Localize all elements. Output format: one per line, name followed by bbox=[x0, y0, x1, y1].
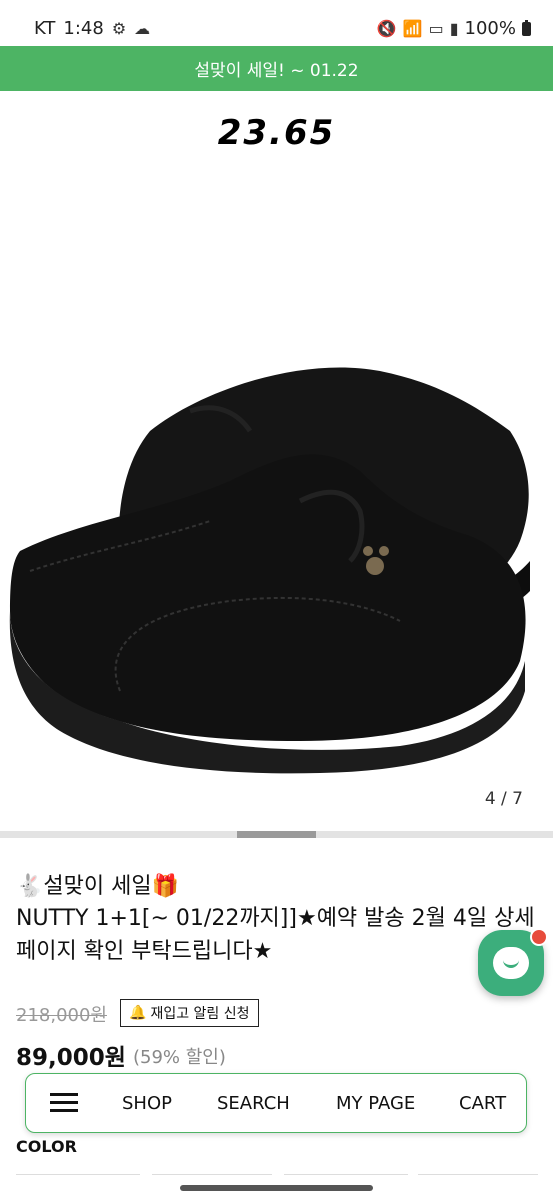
home-indicator[interactable] bbox=[180, 1185, 373, 1191]
nav-shop[interactable]: SHOP bbox=[122, 1093, 172, 1114]
sale-banner-text: 설맞이 세일! ~ 01.22 bbox=[194, 61, 359, 81]
chat-notification-dot bbox=[530, 928, 548, 946]
slide-counter: 4 / 7 bbox=[484, 789, 523, 809]
original-price: 218,000원 bbox=[16, 1005, 107, 1026]
product-image-carousel[interactable]: 23.65 4 / 7 bbox=[0, 91, 553, 831]
color-option-label: COLOR bbox=[16, 1137, 77, 1156]
color-option[interactable] bbox=[16, 1174, 140, 1185]
signal-icon: ▮ bbox=[449, 19, 459, 38]
hd-icon: ▭ bbox=[428, 19, 444, 38]
product-title: NUTTY 1+1[~ 01/22까지]]★예약 발송 2월 4일 상세페이지 … bbox=[16, 906, 535, 964]
settings-notification-icon: ⚙ bbox=[111, 19, 127, 38]
mute-icon: 🔇 bbox=[376, 19, 397, 38]
battery-icon bbox=[522, 19, 531, 36]
status-bar: KT 1:48 ⚙ ☁ 🔇 📶 ▭ ▮ 100% bbox=[0, 0, 553, 46]
status-left: KT 1:48 ⚙ ☁ bbox=[34, 18, 150, 39]
color-option[interactable] bbox=[284, 1174, 408, 1185]
bell-icon: 🔔 bbox=[129, 1005, 147, 1021]
battery-percent: 100% bbox=[464, 18, 516, 39]
product-promo-title: 🐇설맞이 세일🎁 bbox=[16, 874, 179, 899]
sale-price: 89,000원 bbox=[16, 1045, 126, 1071]
wifi-icon: 📶 bbox=[402, 19, 423, 38]
discount-rate: (59% 할인) bbox=[133, 1047, 226, 1068]
carousel-progress-track bbox=[0, 831, 553, 838]
carousel-progress-thumb bbox=[237, 831, 316, 838]
status-right: 🔇 📶 ▭ ▮ 100% bbox=[377, 18, 531, 39]
smile-icon bbox=[503, 957, 519, 968]
chat-bubble-icon bbox=[493, 947, 529, 979]
color-option[interactable] bbox=[152, 1174, 272, 1185]
restock-alert-label: 재입고 알림 신청 bbox=[150, 1006, 250, 1022]
carrier-label: KT bbox=[34, 18, 56, 39]
color-option[interactable] bbox=[418, 1174, 538, 1185]
clock: 1:48 bbox=[63, 18, 104, 39]
bottom-navigation: SHOP SEARCH MY PAGE CART bbox=[25, 1073, 527, 1133]
menu-icon[interactable] bbox=[50, 1093, 78, 1113]
app-notification-icon: ☁ bbox=[134, 19, 151, 38]
sale-banner[interactable]: 설맞이 세일! ~ 01.22 bbox=[0, 46, 553, 91]
brand-logo: 23.65 bbox=[217, 113, 336, 153]
nav-my-page[interactable]: MY PAGE bbox=[336, 1093, 415, 1114]
nav-search[interactable]: SEARCH bbox=[217, 1093, 290, 1114]
shoe-image bbox=[9, 367, 530, 774]
nav-cart[interactable]: CART bbox=[459, 1093, 506, 1114]
restock-alert-button[interactable]: 🔔 재입고 알림 신청 bbox=[120, 999, 259, 1027]
